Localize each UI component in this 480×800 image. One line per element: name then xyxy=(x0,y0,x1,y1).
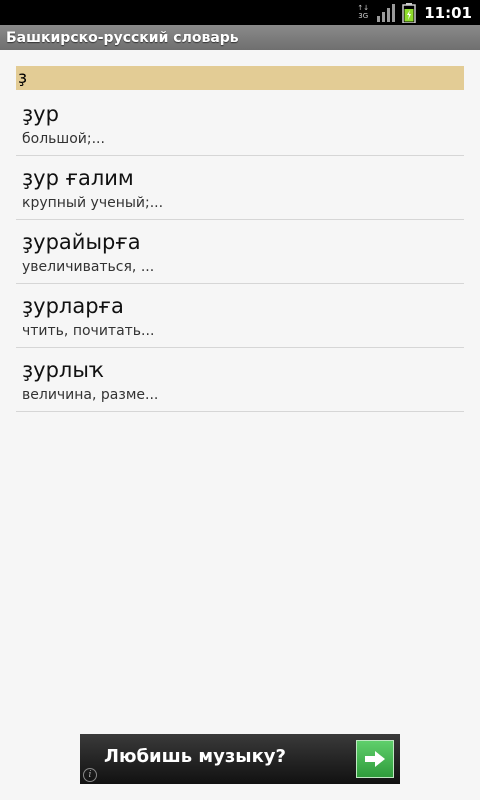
entry-translation: большой;... xyxy=(22,131,105,147)
list-item[interactable]: ҙурлыҡ величина, разме... xyxy=(16,348,464,412)
app-title: Башкирско-русский словарь xyxy=(6,29,239,46)
list-item[interactable]: ҙурларға чтить, почитать... xyxy=(16,284,464,348)
signal-icon xyxy=(377,3,396,22)
ad-info-icon[interactable]: i xyxy=(83,768,97,782)
entry-word: ҙур xyxy=(22,102,59,126)
ad-arrow-button[interactable] xyxy=(356,740,394,778)
entry-translation: крупный ученый;... xyxy=(22,195,164,211)
app-title-bar: Башкирско-русский словарь xyxy=(0,25,480,50)
search-input[interactable] xyxy=(16,66,464,90)
status-bar: ↑↓ 3G 11:01 xyxy=(0,0,480,25)
entry-translation: увеличиваться, ... xyxy=(22,259,155,275)
battery-charging-icon xyxy=(402,2,416,23)
arrow-right-icon xyxy=(365,751,385,767)
entry-word: ҙур ғалим xyxy=(22,166,134,190)
ad-text: Любишь музыку? xyxy=(104,746,286,767)
entry-word: ҙурлыҡ xyxy=(22,358,107,382)
list-item[interactable]: ҙур большой;... xyxy=(16,92,464,156)
entry-translation: величина, разме... xyxy=(22,387,159,403)
entry-translation: чтить, почитать... xyxy=(22,323,155,339)
entry-word: ҙурларға xyxy=(22,294,124,318)
entry-word: ҙурайырға xyxy=(22,230,141,254)
ad-banner[interactable]: Любишь музыку? i xyxy=(80,734,400,784)
list-item[interactable]: ҙур ғалим крупный ученый;... xyxy=(16,156,464,220)
results-list: ҙур большой;... ҙур ғалим крупный ученый… xyxy=(16,92,464,412)
clock: 11:01 xyxy=(424,3,472,22)
list-item[interactable]: ҙурайырға увеличиваться, ... xyxy=(16,220,464,284)
network-3g-icon: ↑↓ 3G xyxy=(357,3,370,20)
